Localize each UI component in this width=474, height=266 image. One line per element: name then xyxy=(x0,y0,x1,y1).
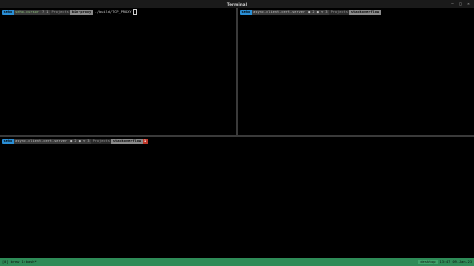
status-clock: 13:47 09-Jan-23 xyxy=(439,260,472,264)
minimize-icon[interactable]: — xyxy=(450,1,455,6)
terminal-pane-right[interactable]: seho async-client-cert-server ● 2 ● ▽ 3 … xyxy=(238,8,474,135)
prompt-path-parent: Projects xyxy=(49,9,71,15)
close-icon[interactable]: ✕ xyxy=(466,1,471,6)
title-bar: Terminal — □ ✕ xyxy=(0,0,474,8)
prompt-git-status: ● 2 ● ▽ 3 xyxy=(68,138,92,144)
prompt-path-parent: Projects xyxy=(91,138,112,144)
text-cursor xyxy=(132,9,137,15)
status-right: desktop 13:47 09-Jan-23 xyxy=(418,260,474,264)
prompt-host: seho-cursor xyxy=(13,9,41,15)
shell-prompt: seho async-client-cert-server ● 2 ● ▽ 3 … xyxy=(2,138,148,144)
terminal-window: Terminal — □ ✕ seho seho-cursor ? 1 Proj… xyxy=(0,0,474,266)
prompt-user: seho xyxy=(2,138,14,144)
window-title: Terminal xyxy=(226,1,248,7)
prompt-git-status: ● 2 ● ▽ 3 xyxy=(306,9,330,15)
window-controls: — □ ✕ xyxy=(450,1,471,6)
shell-prompt: seho seho-cursor ? 1 Projects bin-proxy … xyxy=(2,9,137,15)
terminal-pane-bottom[interactable]: seho async-client-cert-server ● 2 ● ▽ 3 … xyxy=(0,137,474,258)
status-host: desktop xyxy=(418,260,438,264)
status-window-list[interactable]: [0] brew 1:bash* xyxy=(0,260,37,264)
prompt-path-parent: Projects xyxy=(329,9,350,15)
tmux-status-bar: [0] brew 1:bash* desktop 13:47 09-Jan-23 xyxy=(0,258,474,266)
prompt-git-status: ? 1 xyxy=(40,9,50,15)
maximize-icon[interactable]: □ xyxy=(458,1,463,6)
prompt-exit-status: 1 xyxy=(142,138,148,144)
prompt-host: async-client-cert-server xyxy=(13,138,69,144)
prompt-path-current: bin-proxy xyxy=(70,9,93,15)
prompt-path-current: stackoverflow xyxy=(111,138,143,144)
command-text: ./build/TCP_PROXY xyxy=(94,10,132,14)
prompt-host: async-client-cert-server xyxy=(251,9,307,15)
prompt-user: seho xyxy=(2,9,14,15)
terminal-pane-left[interactable]: seho seho-cursor ? 1 Projects bin-proxy … xyxy=(0,8,236,135)
prompt-path-current: stackoverflow xyxy=(349,9,381,15)
shell-prompt: seho async-client-cert-server ● 2 ● ▽ 3 … xyxy=(240,9,381,15)
prompt-user: seho xyxy=(240,9,252,15)
